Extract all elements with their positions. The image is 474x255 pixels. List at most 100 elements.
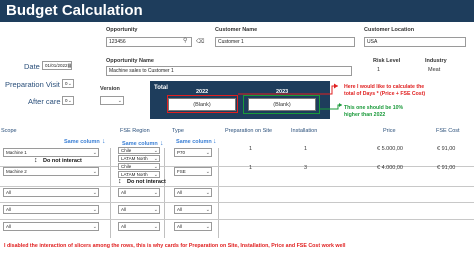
same-column-note-1: Same column: [64, 139, 100, 145]
do-not-interact-note-1: Do not interact: [43, 158, 82, 164]
prep-on-site-value: 1: [249, 165, 253, 171]
fse-region-value: LATAM North: [121, 156, 148, 161]
fse-region-value: All: [121, 207, 127, 212]
scope-value: All: [6, 224, 12, 229]
fse-region-dropdown-row3[interactable]: All ⌄: [118, 188, 160, 197]
green-note-line2: higher than 2022: [344, 112, 386, 118]
preparation-visit-dropdown[interactable]: 0 ⌄: [62, 79, 74, 88]
type-dropdown-row2[interactable]: FSE ⌄: [174, 167, 212, 176]
fse-region-dropdown-row5[interactable]: All ⌄: [118, 222, 160, 231]
after-care-label: After care: [28, 97, 61, 106]
bottom-note: I disabled the interaction of slicers am…: [4, 243, 346, 249]
chevron-down-icon: ⌄: [153, 189, 158, 196]
type-dropdown-row3[interactable]: All ⌄: [174, 188, 212, 197]
date-label: Date: [24, 62, 40, 71]
column-divider: [164, 148, 165, 238]
column-type: Type: [172, 128, 184, 134]
fse-region-dropdown-row2a[interactable]: Chile ⌄: [118, 163, 160, 170]
scope-value: Machine 2: [6, 169, 27, 174]
customer-location-field[interactable]: USA: [364, 37, 466, 47]
scope-dropdown-row1[interactable]: Machine 1 ⌄: [3, 148, 99, 157]
do-not-interact-note-2: Do not interact: [127, 179, 166, 185]
chevron-down-icon: ⌄: [117, 97, 122, 104]
customer-location-value: USA: [367, 39, 378, 45]
red-highlight-box: [167, 95, 238, 113]
column-price: Price: [383, 128, 396, 134]
industry-value: Meat: [428, 67, 441, 73]
scope-dropdown-row2[interactable]: Machine 2 ⌄: [3, 167, 99, 176]
customer-name-value: Customer 1: [218, 39, 244, 45]
column-installation: Installation: [291, 128, 318, 134]
fse-region-value: All: [121, 190, 127, 195]
chevron-down-icon: ⌄: [153, 155, 158, 162]
chevron-down-icon: ⌄: [205, 189, 210, 196]
type-value: All: [177, 207, 183, 212]
title-bar: Budget Calculation: [0, 0, 474, 22]
chevron-down-icon: ⌄: [205, 206, 210, 213]
scope-dropdown-row5[interactable]: All ⌄: [3, 222, 99, 231]
chevron-down-icon: ⌄: [92, 149, 97, 156]
fse-region-value: Chile: [121, 164, 132, 169]
fse-region-dropdown-row4[interactable]: All ⌄: [118, 205, 160, 214]
column-prep-on-site: Preparation on Site: [225, 128, 273, 134]
chevron-down-icon: ⌄: [153, 163, 158, 170]
red-note-line2: total of Days * (Price + FSE Cost): [344, 91, 426, 97]
customer-name-label: Customer Name: [215, 27, 258, 33]
double-arrow-icon: ↕: [34, 157, 38, 164]
price-value: € 4.000,00: [377, 165, 403, 171]
customer-location-label: Customer Location: [364, 27, 415, 33]
search-icon[interactable]: ⚲: [183, 37, 187, 44]
fse-region-value: LATAM North: [121, 172, 148, 177]
green-arrow-icon: [320, 103, 342, 110]
opportunity-input[interactable]: 123456: [106, 37, 192, 47]
scope-value: Machine 1: [6, 150, 27, 155]
opportunity-name-label: Opportunity Name: [106, 58, 154, 64]
column-scope: Scope: [1, 128, 17, 134]
eraser-icon[interactable]: ⌫: [196, 38, 204, 45]
opportunity-name-field[interactable]: Machine sales to Customer 1: [106, 66, 352, 76]
customer-name-field[interactable]: Customer 1: [215, 37, 355, 47]
chevron-down-icon: ⌄: [153, 147, 158, 154]
red-note-line1: Here I would like to calculate the: [344, 84, 425, 90]
fse-region-dropdown-row1b[interactable]: LATAM North ⌄: [118, 155, 160, 162]
type-value: P70: [177, 150, 186, 155]
same-column-note-3: Same column: [176, 139, 212, 145]
type-dropdown-row4[interactable]: All ⌄: [174, 205, 212, 214]
fse-region-dropdown-row2b[interactable]: LATAM North ⌄: [118, 171, 160, 178]
scope-dropdown-row3[interactable]: All ⌄: [3, 188, 99, 197]
type-dropdown-row1[interactable]: P70 ⌄: [174, 148, 212, 157]
chevron-down-icon: ⌄: [92, 223, 97, 230]
opportunity-label: Opportunity: [106, 27, 138, 33]
arrow-down-icon: ↓: [102, 138, 106, 145]
prep-on-site-value: 1: [249, 146, 253, 152]
chevron-down-icon: ⌄: [92, 189, 97, 196]
column-fse-region: FSE Region: [120, 128, 150, 134]
scope-dropdown-row4[interactable]: All ⌄: [3, 205, 99, 214]
green-note-line1: This one should be 10%: [344, 105, 404, 111]
type-dropdown-row5[interactable]: All ⌄: [174, 222, 212, 231]
opportunity-name-value: Machine sales to Customer 1: [109, 68, 174, 74]
fse-region-value: All: [121, 224, 127, 229]
fse-region-dropdown-row1a[interactable]: Chile ⌄: [118, 147, 160, 154]
arrow-down-icon: ↓: [213, 138, 217, 145]
chevron-down-icon: ⌄: [153, 206, 158, 213]
version-dropdown[interactable]: ⌄: [100, 96, 124, 105]
chevron-down-icon: ⌄: [67, 80, 72, 87]
double-arrow-icon: ↕: [118, 178, 122, 185]
chevron-down-icon: ⌄: [153, 171, 158, 178]
column-divider: [218, 148, 219, 238]
version-label: Version: [100, 86, 120, 92]
preparation-visit-label: Preparation Visit: [5, 80, 60, 89]
date-picker[interactable]: 01/01/2022 ▦: [42, 61, 72, 70]
arrow-down-icon: ↓: [160, 140, 164, 147]
fse-cost-value: € 91,00: [437, 146, 456, 152]
type-value: All: [177, 224, 183, 229]
opportunity-value: 123456: [109, 39, 126, 45]
column-divider: [110, 148, 111, 238]
chevron-down-icon: ⌄: [153, 223, 158, 230]
fse-region-value: Chile: [121, 148, 132, 153]
chevron-down-icon: ⌄: [92, 168, 97, 175]
calendar-icon: ▦: [67, 62, 72, 69]
after-care-dropdown[interactable]: 0 ⌄: [62, 96, 74, 105]
chevron-down-icon: ⌄: [205, 149, 210, 156]
